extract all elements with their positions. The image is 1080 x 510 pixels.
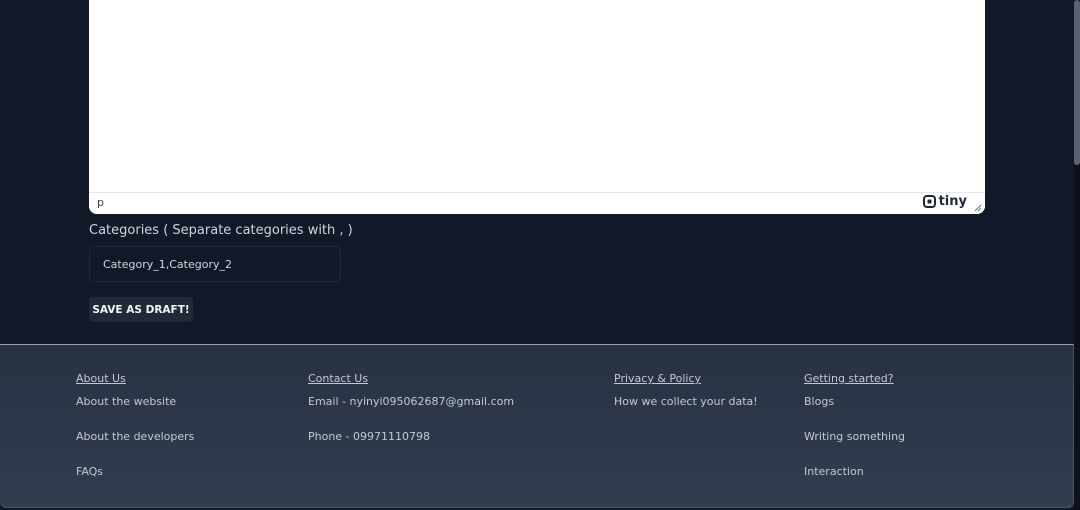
about-us-link[interactable]: About Us — [76, 372, 194, 385]
interaction-link[interactable]: Interaction — [804, 465, 905, 500]
footer-column-contact: Contact Us Email - nyinyi095062687@gmail… — [308, 372, 514, 465]
contact-us-link[interactable]: Contact Us — [308, 372, 514, 385]
about-developers-link[interactable]: About the developers — [76, 430, 194, 465]
footer-column-getting-started: Getting started? Blogs Writing something… — [804, 372, 905, 500]
tiny-brand-logo[interactable]: tiny — [922, 194, 967, 209]
page: p tiny Categories ( Separate categories … — [0, 0, 1080, 510]
about-website-link[interactable]: About the website — [76, 395, 194, 430]
footer-column-privacy: Privacy & Policy How we collect your dat… — [614, 372, 758, 430]
data-collection-link[interactable]: How we collect your data! — [614, 395, 758, 430]
getting-started-link[interactable]: Getting started? — [804, 372, 905, 385]
rich-text-editor[interactable]: p tiny — [89, 0, 985, 214]
editor-statusbar: p tiny — [89, 192, 985, 214]
save-as-draft-button[interactable]: SAVE AS DRAFT! — [89, 297, 193, 322]
categories-label: Categories ( Separate categories with , … — [89, 223, 353, 238]
scrollbar-thumb[interactable] — [1074, 0, 1080, 165]
privacy-policy-link[interactable]: Privacy & Policy — [614, 372, 758, 385]
categories-input[interactable] — [89, 246, 341, 282]
resize-handle-icon[interactable] — [972, 202, 982, 212]
writing-something-link[interactable]: Writing something — [804, 430, 905, 465]
faqs-link[interactable]: FAQs — [76, 465, 194, 500]
contact-email[interactable]: Email - nyinyi095062687@gmail.com — [308, 395, 514, 430]
contact-phone[interactable]: Phone - 09971110798 — [308, 430, 514, 465]
site-footer: About Us About the website About the dev… — [0, 344, 1074, 508]
element-path[interactable]: p — [97, 196, 104, 209]
page-scrollbar[interactable] — [1074, 0, 1080, 510]
tiny-logo-icon — [922, 195, 936, 208]
blogs-link[interactable]: Blogs — [804, 395, 905, 430]
footer-column-about: About Us About the website About the dev… — [76, 372, 194, 500]
tiny-brand-label: tiny — [938, 194, 967, 209]
